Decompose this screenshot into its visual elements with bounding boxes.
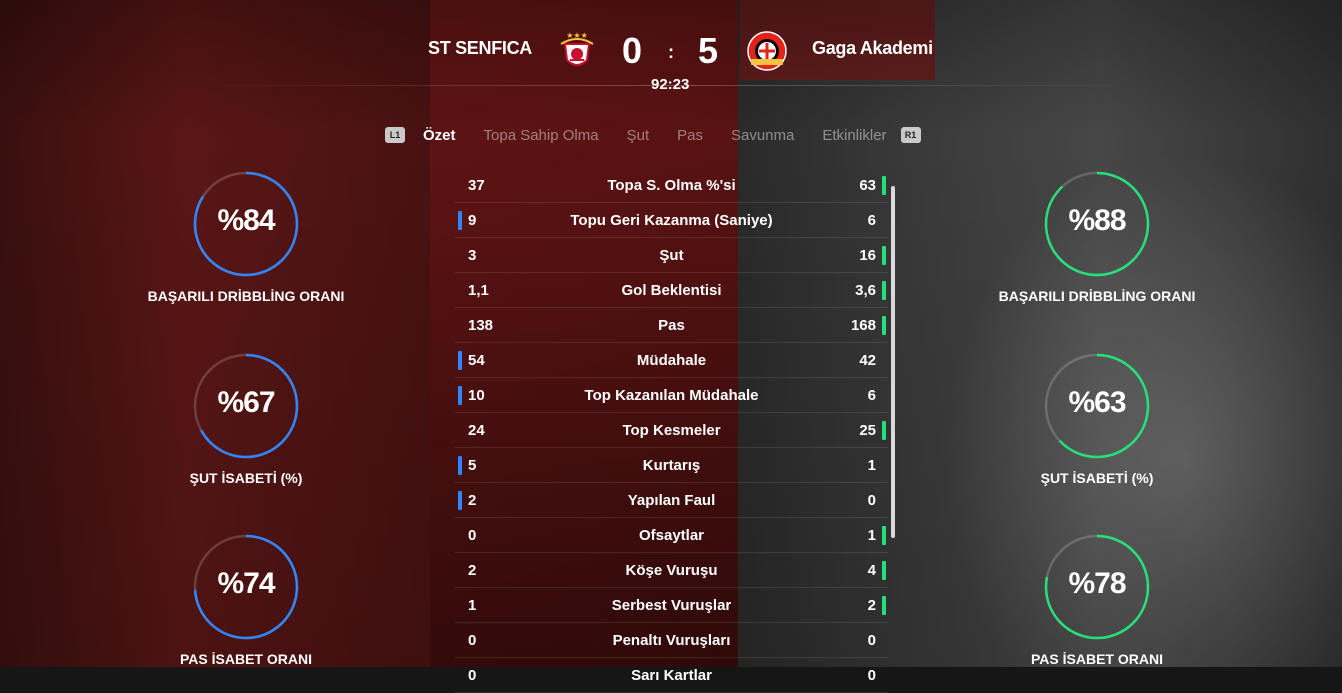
gauge-value: %78: [1068, 567, 1126, 600]
stat-row: 0 Penaltı Vuruşları 0: [455, 623, 888, 658]
stat-away-value: 1: [867, 527, 876, 544]
stat-row: 24 Top Kesmeler 25: [455, 413, 888, 448]
stat-away-value: 1: [867, 457, 876, 474]
gauge-label: PAS İSABET ORANI: [180, 651, 312, 667]
away-leader-bar: [882, 316, 886, 335]
stat-row: 1,1 Gol Beklentisi 3,6: [455, 273, 888, 308]
r1-button-icon[interactable]: R1: [900, 127, 921, 143]
tab-etkinlikler[interactable]: Etkinlikler: [822, 127, 886, 144]
stat-label: Yapılan Faul: [627, 492, 716, 509]
stat-away-value: 42: [859, 352, 876, 369]
stat-row: 138 Pas 168: [455, 308, 888, 343]
match-stats-table: 37 Topa S. Olma %'si 63 9 Topu Geri Kazanma …: [455, 168, 888, 693]
stat-label: Sarı Kartlar: [631, 667, 712, 684]
tab-ozet[interactable]: Özet: [423, 127, 456, 144]
away-leader-bar: [882, 526, 886, 545]
stat-label: Topu Geri Kazanma (Saniye): [570, 212, 773, 229]
stat-label: Kurtarış: [642, 457, 701, 474]
gauge-value: %67: [217, 386, 275, 419]
tab-savunma[interactable]: Savunma: [731, 127, 794, 144]
home-shot-accuracy-gauge: %67 ŞUT İSABETİ (%): [141, 352, 351, 486]
stat-label: Köşe Vuruşu: [625, 562, 718, 579]
home-team-name: ST SENFICA: [427, 38, 532, 58]
gauge-label: PAS İSABET ORANI: [1031, 651, 1163, 667]
stat-row: 10 Top Kazanılan Müdahale 6: [455, 378, 888, 413]
stat-away-value: 63: [859, 177, 876, 194]
away-crest-icon: [745, 30, 787, 72]
away-score: 5: [698, 30, 719, 71]
gauge-label: ŞUT İSABETİ (%): [189, 470, 303, 486]
gauge-value: %84: [217, 204, 275, 237]
tab-pas[interactable]: Pas: [677, 127, 703, 144]
tab-topa-sahip-olma[interactable]: Topa Sahip Olma: [484, 127, 599, 144]
stat-label: Gol Beklentisi: [621, 282, 722, 299]
l1-button-icon[interactable]: L1: [385, 127, 405, 143]
stat-row: 0 Ofsaytlar 1: [455, 518, 888, 553]
away-leader-bar: [882, 176, 886, 195]
away-leader-bar: [882, 281, 886, 300]
gauge-ring: %67: [192, 352, 300, 460]
away-pass-accuracy-gauge: %78 PAS İSABET ORANI: [992, 533, 1202, 667]
home-score: 0: [622, 30, 643, 71]
stat-away-value: 2: [867, 597, 876, 614]
gauge-value: %74: [217, 567, 275, 600]
home-dribbling-gauge: %84 BAŞARILI DRİBBLİNG ORANI: [141, 170, 351, 304]
stat-away-value: 0: [867, 667, 876, 684]
stat-row: 9 Topu Geri Kazanma (Saniye) 6: [455, 203, 888, 238]
stat-row: 3 Şut 16: [455, 238, 888, 273]
stat-label: Top Kesmeler: [622, 422, 721, 439]
away-team-name: Gaga Akademi: [812, 38, 933, 58]
stat-away-value: 3,6: [855, 282, 876, 299]
stat-row: 2 Köşe Vuruşu 4: [455, 553, 888, 588]
gauge-label: BAŞARILI DRİBBLİNG ORANI: [998, 288, 1196, 304]
score-separator: :: [668, 42, 674, 62]
stat-label: Top Kazanılan Müdahale: [584, 387, 759, 404]
stat-label: Pas: [658, 317, 685, 334]
gauge-label: BAŞARILI DRİBBLİNG ORANI: [147, 288, 345, 304]
tab-sut[interactable]: Şut: [627, 127, 650, 144]
away-shot-accuracy-gauge: %63 ŞUT İSABETİ (%): [992, 352, 1202, 486]
header-divider: [200, 85, 1142, 86]
stat-row: 2 Yapılan Faul 0: [455, 483, 888, 518]
stat-row: 0 Sarı Kartlar 0: [455, 658, 888, 693]
gauge-label: ŞUT İSABETİ (%): [1040, 470, 1154, 486]
away-leader-bar: [882, 561, 886, 580]
stat-row: 37 Topa S. Olma %'si 63: [455, 168, 888, 203]
match-header: ST SENFICA ★★★ 0 : 5 Gaga Akademi 92:23: [0, 0, 1342, 100]
gauge-ring: %63: [1043, 352, 1151, 460]
stat-label: Ofsaytlar: [638, 527, 705, 544]
stat-away-value: 25: [859, 422, 876, 439]
stat-label: Müdahale: [636, 352, 707, 369]
stat-away-value: 16: [859, 247, 876, 264]
away-leader-bar: [882, 596, 886, 615]
stat-label: Topa S. Olma %'si: [607, 177, 736, 194]
home-pass-accuracy-gauge: %74 PAS İSABET ORANI: [141, 533, 351, 667]
stat-away-value: 4: [867, 562, 876, 579]
stat-row: 5 Kurtarış 1: [455, 448, 888, 483]
gauge-ring: %84: [192, 170, 300, 278]
gauge-ring: %88: [1043, 170, 1151, 278]
stats-scrollbar[interactable]: [891, 186, 895, 538]
away-leader-bar: [882, 246, 886, 265]
stat-label: Serbest Vuruşlar: [611, 597, 732, 614]
stat-away-value: 168: [850, 317, 876, 334]
stat-away-value: 6: [867, 387, 876, 404]
away-dribbling-gauge: %88 BAŞARILI DRİBBLİNG ORANI: [992, 170, 1202, 304]
home-crest-icon: ★★★: [557, 30, 597, 72]
stat-label: Şut: [659, 247, 684, 264]
stat-label: Penaltı Vuruşları: [612, 632, 731, 649]
stat-away-value: 0: [867, 492, 876, 509]
gauge-value: %63: [1068, 386, 1126, 419]
stats-tab-bar: L1 Özet Topa Sahip Olma Şut Pas Savunma …: [385, 124, 921, 146]
away-leader-bar: [882, 421, 886, 440]
stat-away-value: 6: [867, 212, 876, 229]
stat-row: 54 Müdahale 42: [455, 343, 888, 378]
gauge-ring: %78: [1043, 533, 1151, 641]
gauge-ring: %74: [192, 533, 300, 641]
stat-away-value: 0: [867, 632, 876, 649]
gauge-value: %88: [1068, 204, 1126, 237]
stat-row: 1 Serbest Vuruşlar 2: [455, 588, 888, 623]
